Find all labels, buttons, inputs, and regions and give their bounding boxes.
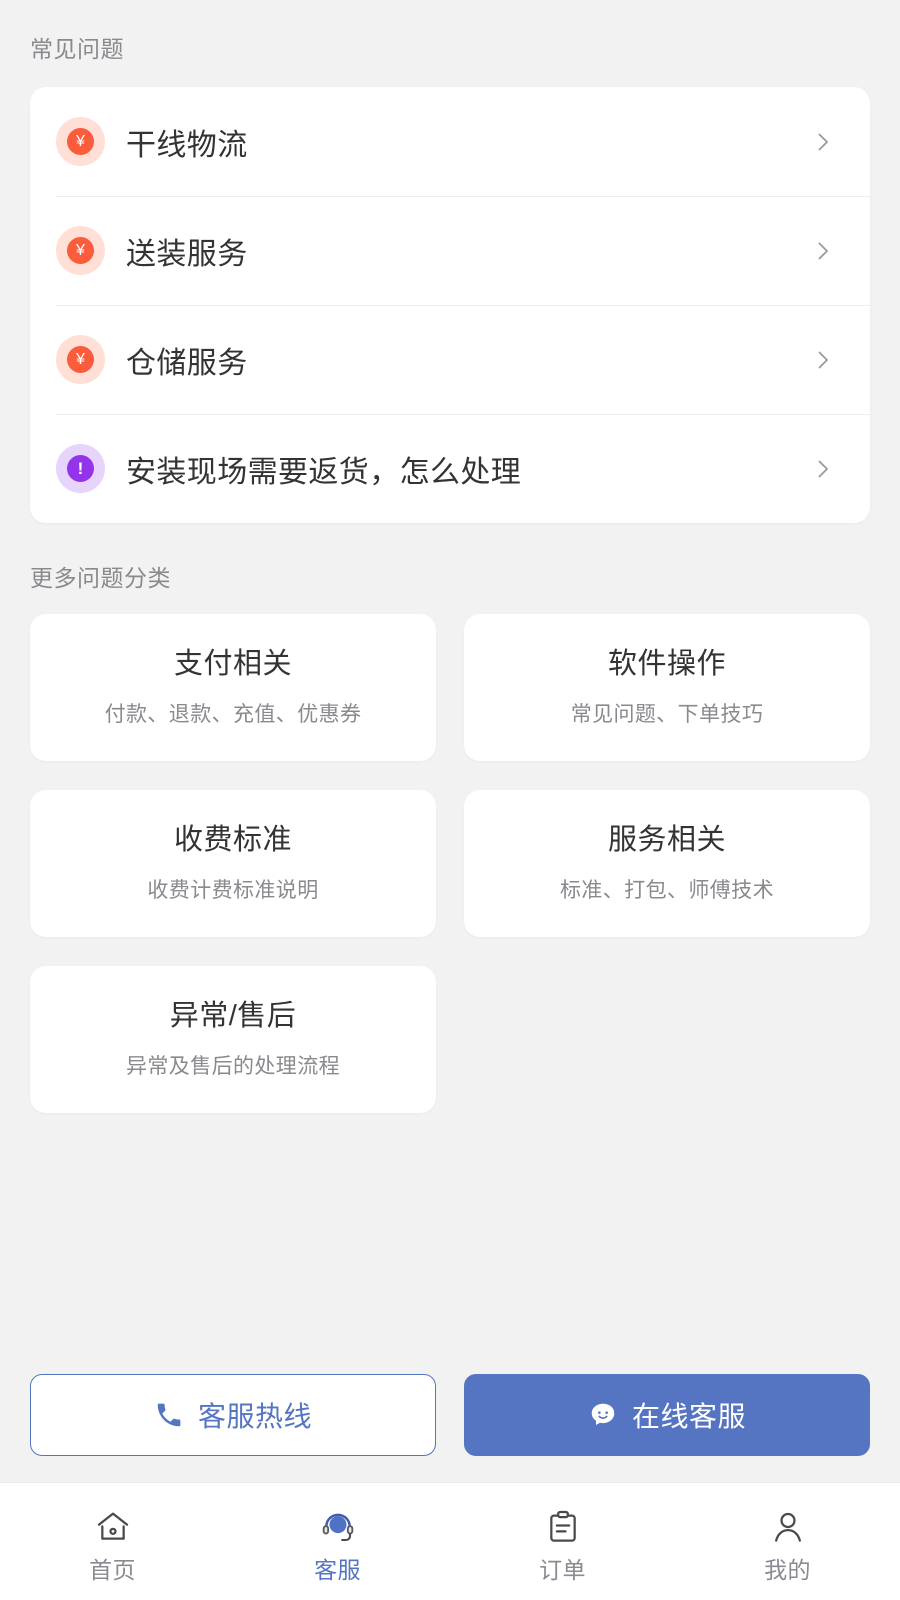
person-icon [768, 1506, 808, 1548]
exclamation-icon: ! [56, 444, 105, 493]
tab-customer-service-label: 客服 [314, 1556, 361, 1583]
category-subtitle: 标准、打包、师傅技术 [560, 879, 774, 902]
category-card-software[interactable]: 软件操作 常见问题、下单技巧 [464, 614, 870, 761]
tab-profile-label: 我的 [764, 1556, 811, 1583]
category-title: 异常/售后 [169, 1000, 297, 1032]
faq-item-songzhuang-fuwu[interactable]: ¥ 送装服务 [56, 196, 870, 305]
phone-icon [154, 1400, 184, 1430]
category-card-aftersales[interactable]: 异常/售后 异常及售后的处理流程 [30, 966, 436, 1113]
category-card-service[interactable]: 服务相关 标准、打包、师傅技术 [464, 790, 870, 937]
categories-section-title: 更多问题分类 [30, 565, 171, 591]
category-grid: 支付相关 付款、退款、充值、优惠券 软件操作 常见问题、下单技巧 收费标准 收费… [30, 614, 870, 1113]
category-title: 服务相关 [607, 824, 726, 856]
category-title: 支付相关 [173, 648, 292, 680]
tab-orders[interactable]: 订单 [450, 1483, 675, 1600]
headset-icon [318, 1506, 358, 1548]
category-card-payment[interactable]: 支付相关 付款、退款、充值、优惠券 [30, 614, 436, 761]
faq-item-label: 送装服务 [126, 237, 248, 271]
category-subtitle: 收费计费标准说明 [147, 879, 319, 902]
yuan-currency-icon: ¥ [56, 335, 105, 384]
clipboard-icon [543, 1506, 583, 1548]
faq-item-ganxian-wuliu[interactable]: ¥ 干线物流 [56, 87, 844, 196]
tab-profile[interactable]: 我的 [675, 1483, 900, 1600]
category-title: 收费标准 [173, 824, 292, 856]
home-icon [93, 1506, 133, 1548]
tab-customer-service[interactable]: 客服 [225, 1483, 450, 1600]
faq-item-label: 仓储服务 [126, 346, 248, 380]
customer-service-page: 常见问题 ¥ 干线物流 ¥ 送装服务 ¥ 仓储服务 ! 安装现场需要返货，怎么处… [0, 0, 900, 1600]
category-subtitle: 常见问题、下单技巧 [570, 703, 764, 726]
category-subtitle: 异常及售后的处理流程 [126, 1055, 340, 1078]
action-button-row: 客服热线 在线客服 [30, 1374, 870, 1456]
category-subtitle: 付款、退款、充值、优惠券 [104, 703, 362, 726]
chevron-right-icon [810, 347, 836, 373]
chevron-right-icon [810, 129, 836, 155]
yuan-currency-icon: ¥ [56, 117, 105, 166]
tab-home[interactable]: 首页 [0, 1483, 225, 1600]
tab-orders-label: 订单 [539, 1556, 586, 1583]
tab-home-label: 首页 [89, 1556, 136, 1583]
faq-list-card: ¥ 干线物流 ¥ 送装服务 ¥ 仓储服务 ! 安装现场需要返货，怎么处理 [30, 87, 870, 523]
online-service-button-label: 在线客服 [631, 1401, 746, 1432]
page-scroll-area[interactable]: 常见问题 ¥ 干线物流 ¥ 送装服务 ¥ 仓储服务 ! 安装现场需要返货，怎么处… [0, 0, 900, 1482]
faq-item-label: 安装现场需要返货，怎么处理 [126, 455, 522, 489]
bottom-tab-bar: 首页 客服 订单 我的 [0, 1482, 900, 1600]
faq-item-label: 干线物流 [126, 128, 248, 162]
chevron-right-icon [810, 456, 836, 482]
faq-item-cangchu-fuwu[interactable]: ¥ 仓储服务 [56, 305, 870, 414]
category-title: 软件操作 [607, 648, 726, 680]
yuan-currency-icon: ¥ [56, 226, 105, 275]
category-card-fees[interactable]: 收费标准 收费计费标准说明 [30, 790, 436, 937]
chat-smiley-icon [588, 1400, 618, 1430]
chevron-right-icon [810, 238, 836, 264]
faq-item-fanhuo-chuli[interactable]: ! 安装现场需要返货，怎么处理 [56, 414, 870, 523]
hotline-button-label: 客服热线 [197, 1401, 312, 1432]
faq-section-title: 常见问题 [30, 36, 124, 62]
online-service-button[interactable]: 在线客服 [464, 1374, 870, 1456]
hotline-button[interactable]: 客服热线 [30, 1374, 436, 1456]
